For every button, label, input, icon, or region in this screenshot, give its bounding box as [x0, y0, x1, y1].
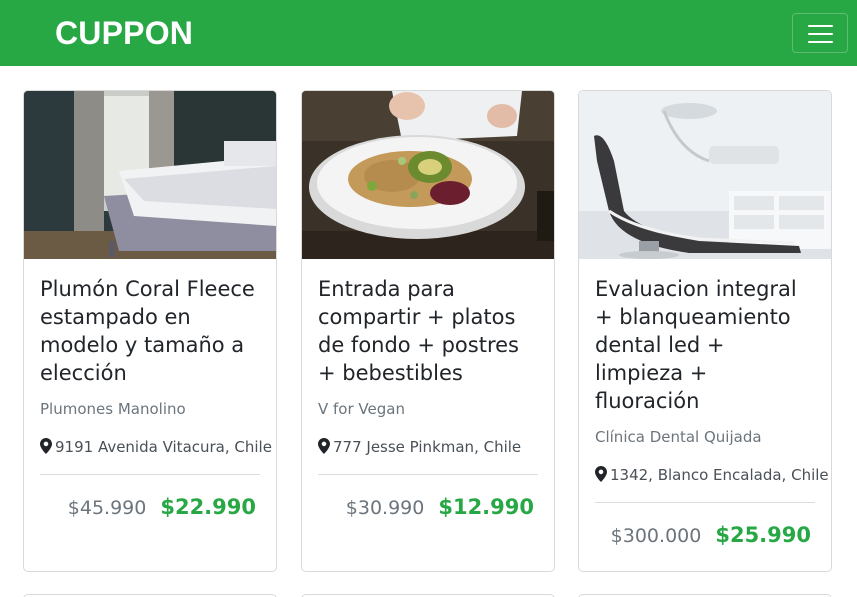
navbar: CUPPON [0, 0, 857, 66]
map-pin-icon [318, 438, 330, 454]
divider [595, 502, 815, 503]
discount-price: $22.990 [160, 495, 256, 519]
divider [318, 474, 538, 475]
hamburger-icon-bar [808, 33, 833, 35]
merchant-name: V for Vegan [318, 400, 405, 418]
bedroom-photo[interactable] [24, 91, 276, 259]
location: 777 Jesse Pinkman, Chile [318, 437, 538, 457]
original-price: $45.990 [67, 497, 147, 519]
dental-clinic-photo[interactable] [579, 91, 831, 259]
vegan-food-photo[interactable] [302, 91, 554, 259]
navbar-toggler-button[interactable] [792, 13, 848, 53]
deal-title[interactable]: Plumón Coral Fleece estampado en modelo … [40, 275, 260, 387]
deal-card[interactable]: Plumón Coral Fleece estampado en modelo … [23, 90, 277, 572]
merchant-name: Clínica Dental Quijada [595, 428, 762, 446]
deal-card[interactable]: Entrada para compartir + platos de fondo… [301, 90, 555, 572]
original-price: $300.000 [610, 525, 702, 547]
divider [40, 474, 260, 475]
merchant-name: Plumones Manolino [40, 400, 186, 418]
card-body: Plumón Coral Fleece estampado en modelo … [40, 275, 272, 519]
location-text: 777 Jesse Pinkman, Chile [333, 438, 522, 456]
location: 9191 Avenida Vitacura, Chile [40, 437, 272, 457]
price-row: $45.990 $22.990 [40, 495, 260, 519]
card-body: Entrada para compartir + platos de fondo… [318, 275, 538, 519]
deal-card[interactable]: Evaluacion integral + blanqueamiento den… [578, 90, 832, 572]
map-pin-icon [595, 466, 607, 482]
discount-price: $12.990 [438, 495, 534, 519]
location-text: 1342, Blanco Encalada, Chile [610, 466, 829, 484]
original-price: $30.990 [345, 497, 425, 519]
discount-price: $25.990 [715, 523, 811, 547]
deal-title[interactable]: Entrada para compartir + platos de fondo… [318, 275, 538, 387]
price-row: $30.990 $12.990 [318, 495, 538, 519]
location: 1342, Blanco Encalada, Chile [595, 465, 829, 485]
map-pin-icon [40, 438, 52, 454]
hamburger-icon-bar [808, 41, 833, 43]
brand-logo[interactable]: CUPPON [55, 13, 193, 53]
location-text: 9191 Avenida Vitacura, Chile [55, 438, 272, 456]
price-row: $300.000 $25.990 [595, 523, 815, 547]
hamburger-icon [808, 25, 833, 27]
card-body: Evaluacion integral + blanqueamiento den… [595, 275, 829, 547]
deal-title[interactable]: Evaluacion integral + blanqueamiento den… [595, 275, 815, 415]
